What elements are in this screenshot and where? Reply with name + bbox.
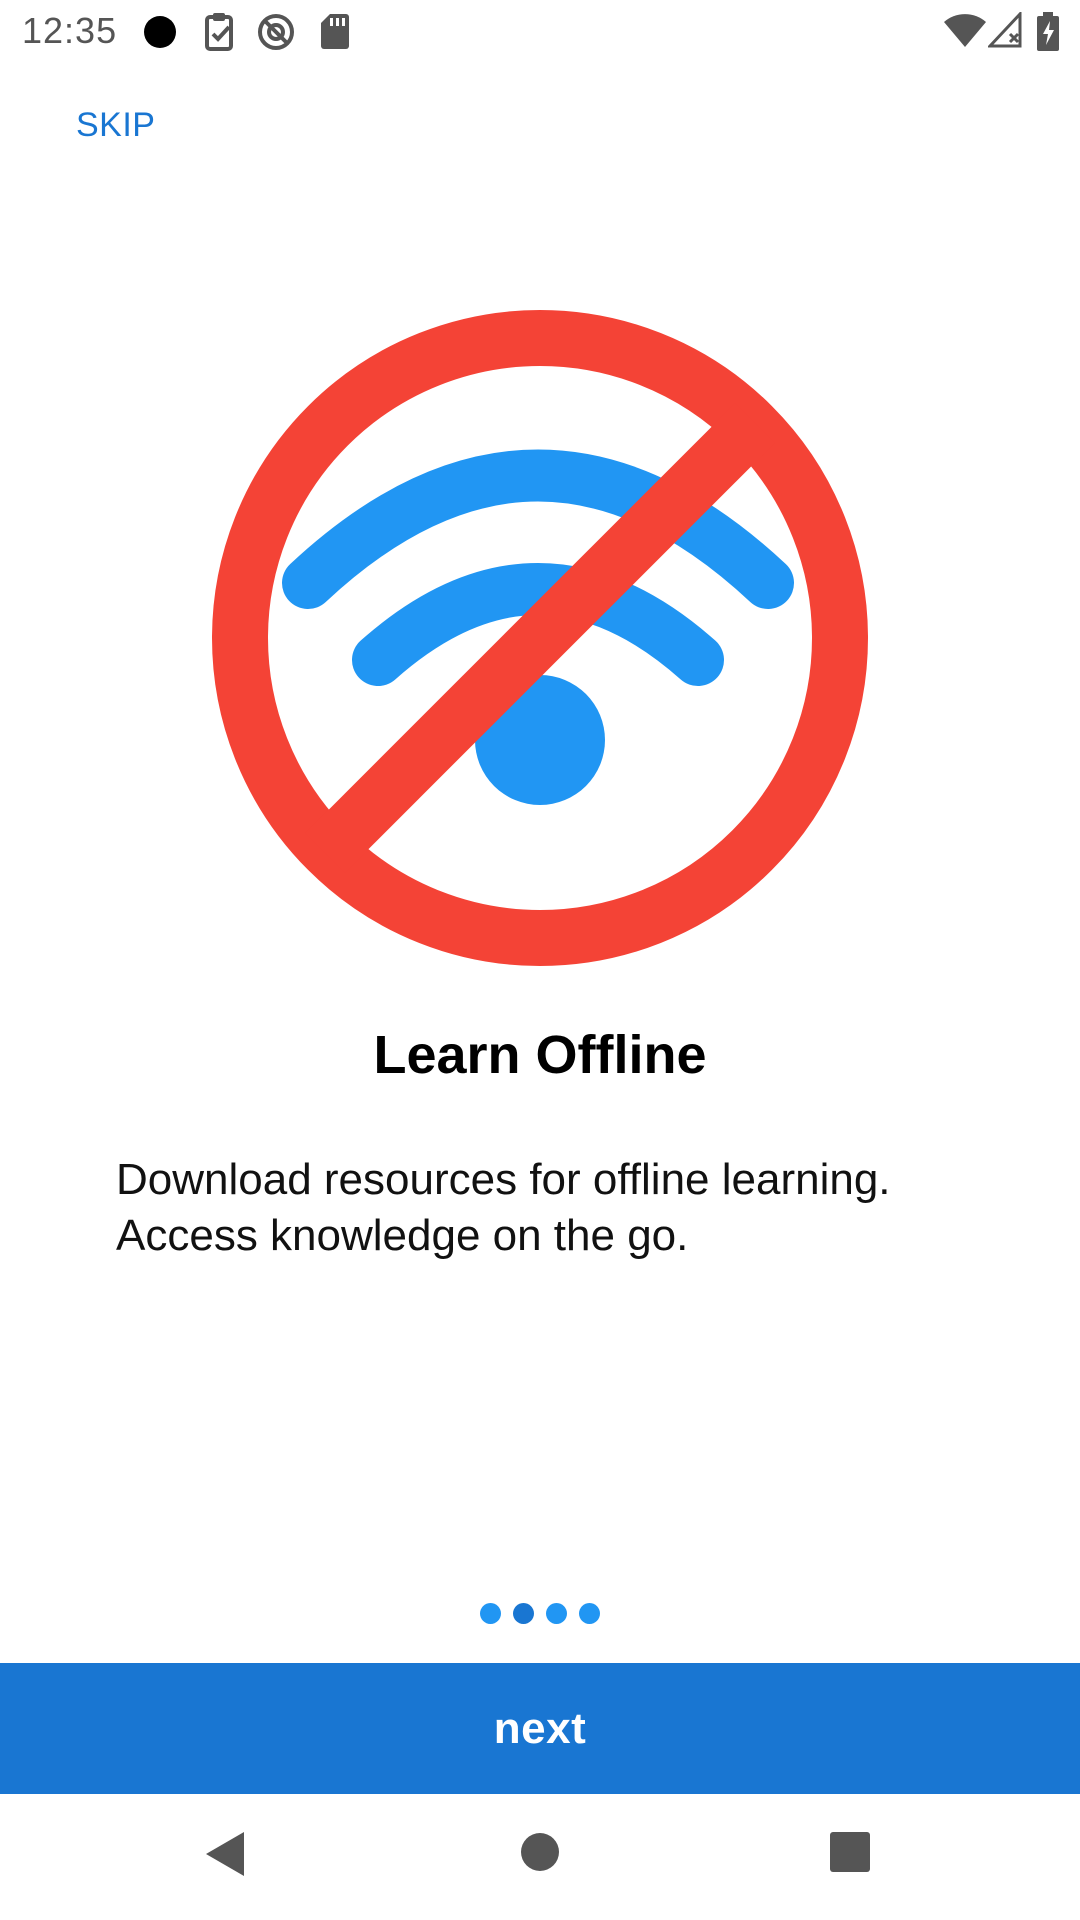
description: Download resources for offline learning.…: [116, 1152, 996, 1264]
description-line-2: Access knowledge on the go.: [116, 1211, 689, 1260]
battery-charging-icon: [1036, 12, 1060, 52]
back-icon[interactable]: [204, 1830, 248, 1883]
wifi-off-icon: [208, 308, 868, 968]
sd-card-icon: [320, 12, 350, 50]
home-icon[interactable]: [520, 1832, 560, 1877]
page-dot[interactable]: [480, 1603, 501, 1624]
page-dot[interactable]: [546, 1603, 567, 1624]
page-dot[interactable]: [579, 1603, 600, 1624]
status-bar: 12:35: [0, 0, 1080, 64]
clipboard-check-icon: [204, 12, 238, 52]
record-dot-icon: [142, 14, 178, 50]
status-time: 12:35: [22, 10, 118, 51]
navigation-bar: [0, 1794, 1080, 1920]
page-indicator: [0, 1603, 1080, 1624]
recents-icon[interactable]: [830, 1832, 870, 1877]
next-button[interactable]: next: [0, 1663, 1080, 1794]
wifi-icon: [944, 14, 986, 48]
page-title: Learn Offline: [373, 1025, 707, 1085]
do-not-disturb-icon: [256, 12, 296, 52]
description-line-1: Download resources for offline learning.: [116, 1155, 891, 1204]
page-dot-active[interactable]: [513, 1603, 534, 1624]
cell-signal-off-icon: [988, 12, 1022, 48]
skip-button[interactable]: SKIP: [76, 106, 155, 145]
